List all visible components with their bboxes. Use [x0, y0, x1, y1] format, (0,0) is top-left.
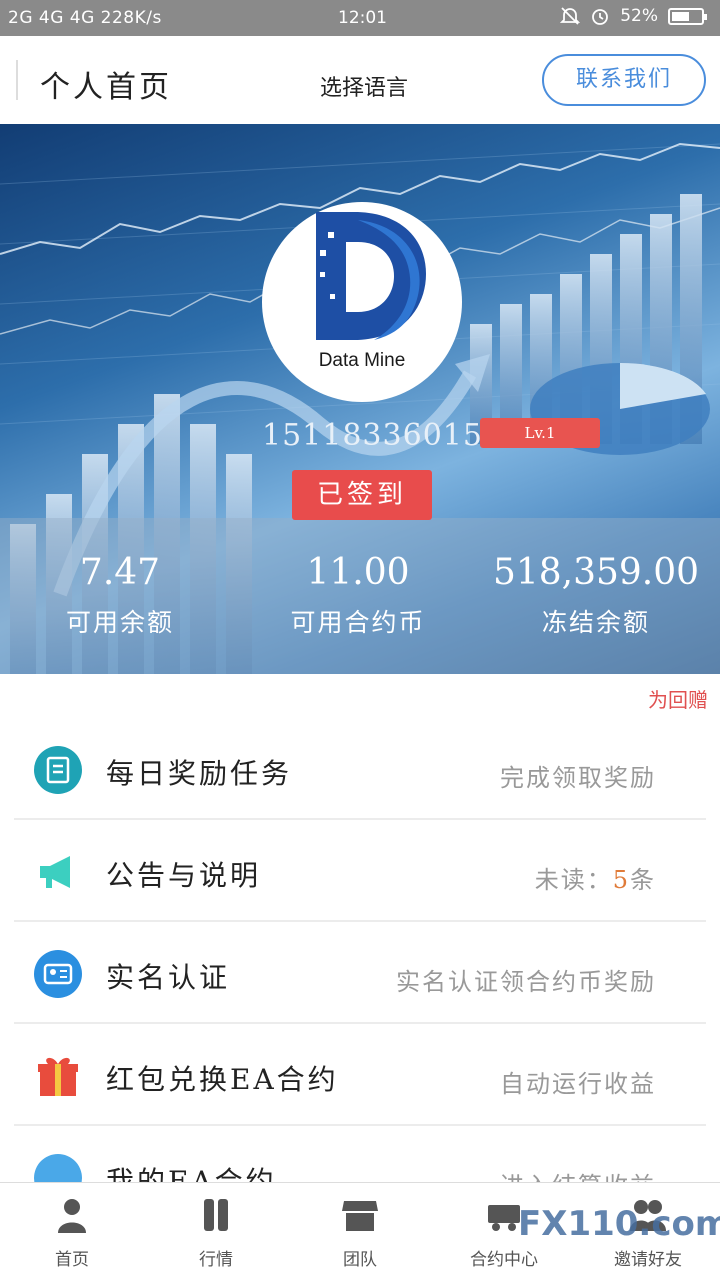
- return-gift-link[interactable]: 为回赠: [648, 684, 708, 713]
- team-icon: [342, 1201, 378, 1231]
- menu-list: 每日奖励任务 完成领取奖励 公告与说明 未读：5条 实名认证 实名认证领合约币奖…: [0, 718, 720, 1186]
- mute-icon: [560, 7, 581, 25]
- data-mine-logo: [316, 212, 426, 340]
- stat-value: 518,359.00: [492, 552, 700, 593]
- alarm-icon: [592, 9, 609, 25]
- menu-item-label: 每日奖励任务: [106, 757, 293, 790]
- user-phone: 15118336015: [262, 418, 483, 453]
- home-icon: [58, 1199, 86, 1233]
- language-select[interactable]: 选择语言: [320, 70, 408, 102]
- id-card-icon: [34, 950, 82, 998]
- header-divider: [16, 60, 18, 100]
- battery-icon: [668, 7, 707, 25]
- header: 个人首页 选择语言 联系我们: [0, 36, 720, 124]
- nav-label: 邀请好友: [614, 1250, 682, 1270]
- contact-us-button[interactable]: 联系我们: [542, 54, 706, 106]
- stat-label: 冻结余额: [541, 608, 650, 637]
- menu-item-real-name[interactable]: 实名认证 实名认证领合约币奖励: [14, 922, 706, 1024]
- avatar[interactable]: Data Mine: [262, 202, 462, 402]
- stat-available-contract-coins[interactable]: 11.00 可用合约币: [248, 552, 468, 639]
- nav-label: 首页: [55, 1250, 89, 1270]
- page-title: 个人首页: [40, 70, 172, 105]
- nav-label: 团队: [343, 1250, 377, 1270]
- nav-team[interactable]: 团队: [288, 1183, 432, 1280]
- profile-hero: Data Mine 15118336015 Lv.1 已签到 7.47 可用余额…: [0, 124, 720, 674]
- clock: 12:01: [338, 8, 387, 28]
- menu-item-hint: 完成领取奖励: [500, 764, 656, 792]
- nav-market[interactable]: 行情: [144, 1183, 288, 1280]
- unread-prefix: 未读：: [534, 866, 613, 894]
- nav-label: 行情: [199, 1250, 233, 1270]
- menu-item-label: 公告与说明: [106, 859, 262, 892]
- stat-label: 可用余额: [65, 608, 174, 637]
- menu-item-hint: 实名认证领合约币奖励: [396, 968, 656, 996]
- stat-label: 可用合约币: [290, 608, 426, 637]
- watermark: FX110.com: [518, 1204, 720, 1244]
- menu-item-daily-tasks[interactable]: 每日奖励任务 完成领取奖励: [14, 718, 706, 820]
- menu-item-label: 实名认证: [106, 961, 231, 994]
- menu-item-redpacket-ea[interactable]: 红包兑换EA合约 自动运行收益: [14, 1024, 706, 1126]
- menu-item-announcements[interactable]: 公告与说明 未读：5条: [14, 820, 706, 922]
- level-badge: Lv.1: [480, 418, 600, 448]
- menu-item-my-ea-contract[interactable]: 我的EA合约 进入结算收益: [14, 1126, 706, 1186]
- menu-item-hint: 未读：5条: [535, 860, 656, 895]
- nav-label: 合约中心: [470, 1250, 538, 1270]
- unread-count: 5: [612, 866, 630, 894]
- nav-home[interactable]: 首页: [0, 1183, 144, 1280]
- stat-value: 11.00: [306, 552, 410, 593]
- stat-value: 7.47: [79, 552, 161, 593]
- stat-frozen-balance[interactable]: 518,359.00 冻结余额: [486, 552, 706, 639]
- menu-item-label: 红包兑换EA合约: [106, 1063, 339, 1096]
- gift-icon: [38, 1057, 78, 1096]
- status-bar: 2G 4G 4G 228K/s 12:01 52%: [0, 0, 720, 36]
- megaphone-icon: [40, 856, 70, 888]
- checkin-button[interactable]: 已签到: [292, 470, 432, 520]
- battery-percent: 52%: [620, 6, 658, 26]
- menu-item-hint: 自动运行收益: [500, 1070, 656, 1098]
- market-icon: [204, 1199, 228, 1231]
- logo-text: Data Mine: [318, 350, 406, 371]
- stat-available-balance[interactable]: 7.47 可用余额: [10, 552, 230, 639]
- network-status: 2G 4G 4G 228K/s: [8, 8, 162, 28]
- unread-suffix: 条: [630, 866, 656, 894]
- task-icon: [34, 746, 82, 794]
- status-right: 52%: [560, 6, 707, 26]
